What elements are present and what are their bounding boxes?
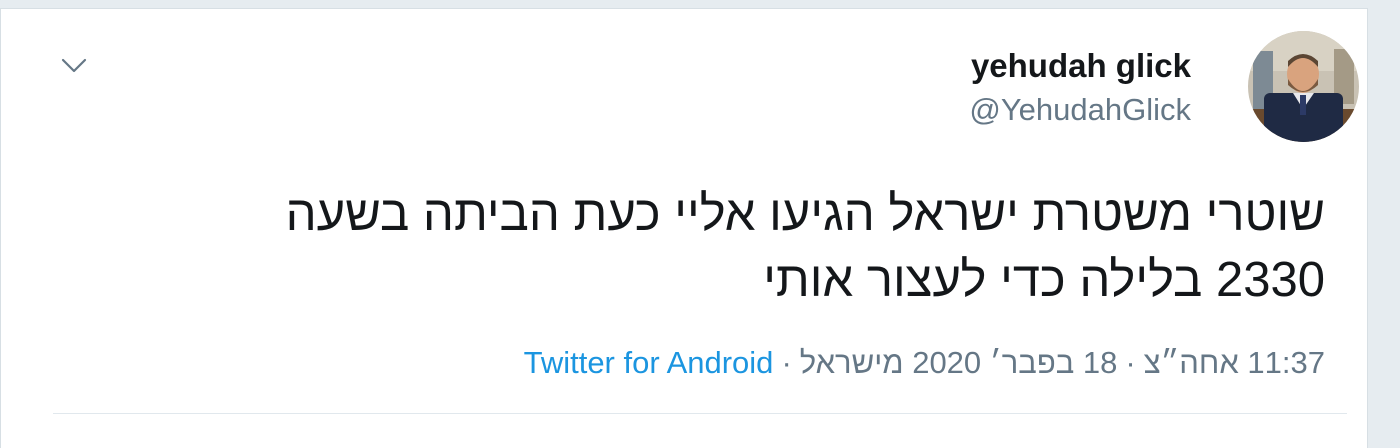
divider (53, 413, 1347, 414)
meta-separator: · (1125, 345, 1136, 380)
avatar[interactable] (1248, 31, 1359, 142)
tweet-menu-button[interactable] (57, 49, 91, 83)
tweet-date[interactable]: 18 בפבר׳ 2020 (912, 345, 1117, 380)
tweet-text-line: שוטרי משטרת ישראל הגיעו אליי כעת הביתה ב… (285, 187, 1325, 241)
author-display-name[interactable]: yehudah glick (971, 47, 1191, 85)
meta-separator: · (781, 345, 792, 380)
tweet-source-link[interactable]: Twitter for Android (524, 345, 774, 380)
tweet-card: yehudah glick @YehudahGlick שוטרי משטרת … (0, 8, 1368, 448)
tweet-text: שוטרי משטרת ישראל הגיעו אליי כעת הביתה ב… (75, 181, 1325, 313)
tweet-timestamp[interactable]: 11:37 אחה״צ (1144, 345, 1325, 380)
author-handle[interactable]: @YehudahGlick (969, 92, 1191, 128)
chevron-down-icon (61, 58, 87, 74)
tweet-meta: 11:37 אחה״צ·18 בפבר׳ 2020 מישראל·Twitter… (524, 345, 1325, 381)
tweet-location: מישראל (799, 345, 904, 380)
tweet-text-line: 2330 בלילה כדי לעצור אותי (763, 253, 1325, 307)
